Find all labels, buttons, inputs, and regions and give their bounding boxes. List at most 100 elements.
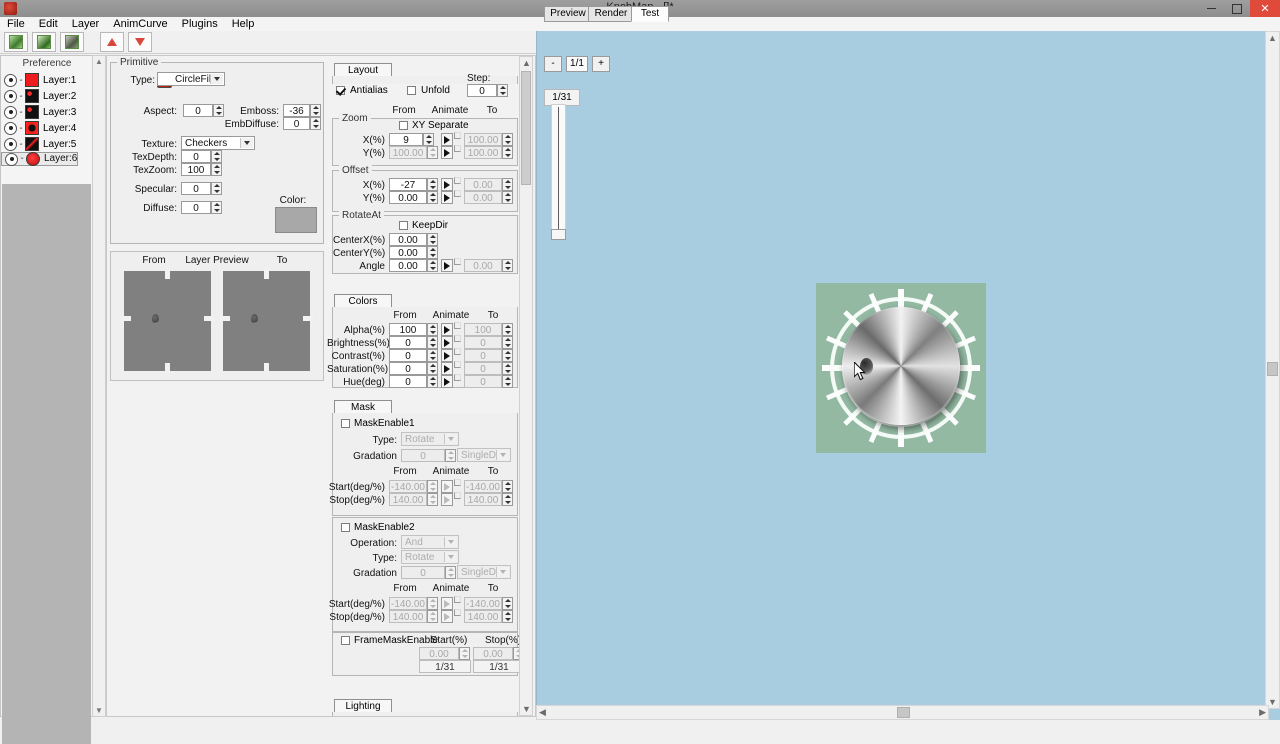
preview-hscroll-thumb[interactable]: [897, 707, 910, 718]
centery-stepper[interactable]: [427, 246, 438, 259]
colors-animate-checkbox[interactable]: [454, 374, 461, 381]
zoom-in-button[interactable]: +: [592, 56, 610, 72]
offset-x-to-stepper[interactable]: [502, 178, 513, 191]
menu-edit[interactable]: Edit: [32, 17, 65, 31]
offset-y-animate-button[interactable]: [441, 191, 453, 204]
mask1-from-stepper[interactable]: [427, 480, 438, 493]
specular-stepper[interactable]: [211, 182, 222, 195]
zoom-y-animate-button[interactable]: [441, 146, 453, 159]
offset-y-to-field[interactable]: 0.00: [464, 191, 502, 204]
colors-to-field[interactable]: 0: [464, 362, 502, 375]
specular-field[interactable]: 0: [181, 182, 211, 195]
mask2-gradation-field[interactable]: 0: [401, 566, 445, 579]
colors-from-stepper[interactable]: [427, 349, 438, 362]
colors-animate-button[interactable]: [441, 375, 453, 388]
tab-render[interactable]: Render: [588, 6, 634, 22]
colors-to-field[interactable]: 0: [464, 336, 502, 349]
mask2-from-field[interactable]: -140.00: [389, 597, 427, 610]
emboss-field[interactable]: -36: [283, 104, 310, 117]
layer-list-item[interactable]: - Layer:3: [1, 104, 93, 120]
offset-x-from-field[interactable]: -27: [389, 178, 427, 191]
colors-to-stepper[interactable]: [502, 362, 513, 375]
primitive-type-select[interactable]: CircleFill: [157, 72, 225, 86]
zoom-y-from-field[interactable]: 100.00: [389, 146, 427, 159]
colors-animate-button[interactable]: [441, 336, 453, 349]
preview-vertical-scrollbar[interactable]: ▲ ▼: [1265, 31, 1280, 709]
centery-field[interactable]: 0.00: [389, 246, 427, 259]
mask2-animate-checkbox[interactable]: [454, 609, 461, 616]
mask1-animate-checkbox[interactable]: [454, 479, 461, 486]
colors-animate-checkbox[interactable]: [454, 361, 461, 368]
mask1-from-field[interactable]: -140.00: [389, 480, 427, 493]
aspect-field[interactable]: 0: [183, 104, 213, 117]
mask2-from-field[interactable]: 140.00: [389, 610, 427, 623]
colors-from-field[interactable]: 100: [389, 323, 427, 336]
mask1-gradation-stepper[interactable]: [445, 449, 456, 462]
knob-preview-image[interactable]: [816, 283, 986, 453]
mask1-to-field[interactable]: -140.00: [464, 480, 502, 493]
antialias-checkbox[interactable]: [336, 86, 345, 95]
angle-from-stepper[interactable]: [427, 259, 438, 272]
offset-y-to-stepper[interactable]: [502, 191, 513, 204]
colors-from-stepper[interactable]: [427, 336, 438, 349]
texdepth-field[interactable]: 0: [181, 150, 211, 163]
offset-y-from-field[interactable]: 0.00: [389, 191, 427, 204]
mask2-type-select[interactable]: Rotate: [401, 550, 459, 564]
editor-scroll-down-icon[interactable]: ▼: [522, 704, 531, 714]
keepdir-checkbox[interactable]: [399, 221, 408, 230]
minimize-button[interactable]: [1198, 0, 1224, 17]
colors-animate-checkbox[interactable]: [454, 335, 461, 342]
zoom-x-to-stepper[interactable]: [502, 133, 513, 146]
eye-icon[interactable]: [4, 105, 17, 119]
frame-slider-thumb[interactable]: [551, 229, 566, 240]
texzoom-stepper[interactable]: [211, 163, 222, 176]
mask2-gradation-stepper[interactable]: [445, 566, 456, 579]
menu-plugins[interactable]: Plugins: [175, 17, 225, 31]
layer-list-item[interactable]: - Layer:2: [1, 88, 93, 104]
angle-from-field[interactable]: 0.00: [389, 259, 427, 272]
offset-y-from-stepper[interactable]: [427, 191, 438, 204]
maximize-button[interactable]: [1224, 0, 1250, 17]
framemask-start-stepper[interactable]: [459, 647, 470, 660]
editor-scrollbar[interactable]: ▲ ▼: [519, 56, 533, 716]
angle-animate-checkbox[interactable]: [454, 258, 461, 265]
mask2-to-field[interactable]: -140.00: [464, 597, 502, 610]
mask2-to-stepper[interactable]: [502, 597, 513, 610]
lock-dash-icon[interactable]: -: [17, 91, 25, 102]
close-button[interactable]: ✕: [1250, 0, 1280, 17]
lock-dash-icon[interactable]: -: [18, 152, 26, 166]
tab-test[interactable]: Test: [631, 6, 669, 22]
texture-select[interactable]: Checkers: [181, 136, 255, 150]
preview-scroll-right-icon[interactable]: ▶: [1259, 707, 1266, 718]
new-layer-button[interactable]: [4, 32, 28, 52]
preview-horizontal-scrollbar[interactable]: ◀ ▶: [536, 705, 1269, 720]
eye-icon[interactable]: [5, 152, 18, 166]
colors-animate-checkbox[interactable]: [454, 322, 461, 329]
maskenable2-checkbox[interactable]: [341, 523, 350, 532]
zoom-y-animate-checkbox[interactable]: [454, 145, 461, 152]
zoom-out-button[interactable]: -: [544, 56, 562, 72]
embdiffuse-stepper[interactable]: [310, 117, 321, 130]
embdiffuse-field[interactable]: 0: [283, 117, 310, 130]
layer-list-item[interactable]: - Layer:6: [1, 152, 79, 166]
preview-vscroll-thumb[interactable]: [1267, 362, 1278, 376]
colors-from-field[interactable]: 0: [389, 362, 427, 375]
colors-from-field[interactable]: 0: [389, 375, 427, 388]
aspect-stepper[interactable]: [213, 104, 224, 117]
mask2-animate-button[interactable]: [441, 610, 453, 623]
menu-animcurve[interactable]: AnimCurve: [106, 17, 174, 31]
move-layer-down-button[interactable]: [128, 32, 152, 52]
preview-scroll-up-icon[interactable]: ▲: [1268, 33, 1277, 43]
zoom-y-to-stepper[interactable]: [502, 146, 513, 159]
zoom-x-to-field[interactable]: 100.00: [464, 133, 502, 146]
maskenable1-checkbox[interactable]: [341, 419, 350, 428]
menu-file[interactable]: File: [0, 17, 32, 31]
colors-animate-button[interactable]: [441, 349, 453, 362]
colors-from-stepper[interactable]: [427, 362, 438, 375]
framemask-stop-field[interactable]: 0.00: [473, 647, 513, 660]
layer-panel-scrollbar[interactable]: ▲ ▼: [92, 55, 106, 717]
mask2-to-field[interactable]: 140.00: [464, 610, 502, 623]
colors-to-field[interactable]: 100: [464, 323, 502, 336]
zoom-x-from-stepper[interactable]: [423, 133, 434, 146]
colors-animate-button[interactable]: [441, 323, 453, 336]
